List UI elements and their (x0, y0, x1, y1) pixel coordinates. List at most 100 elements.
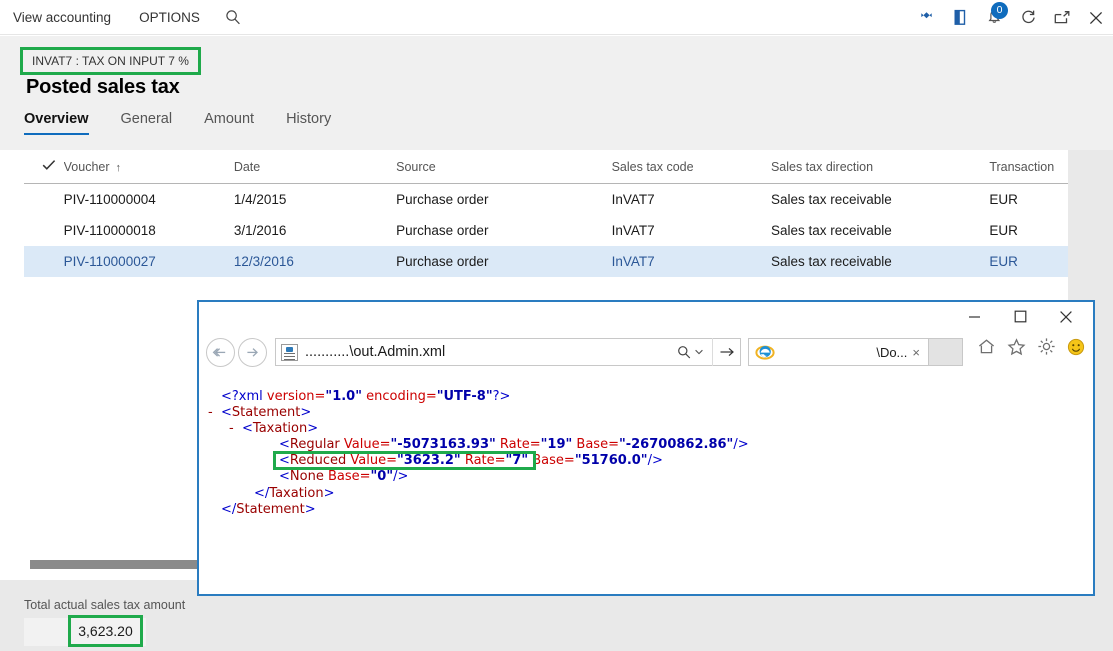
xml-token: Base= (528, 453, 575, 469)
go-button[interactable] (712, 338, 740, 366)
xml-token: "0" (370, 469, 394, 485)
cell-sales-tax-code: InVAT7 (611, 254, 655, 269)
total-amount-highlight: 3,623.20 (68, 615, 143, 647)
cell-voucher[interactable]: PIV-110000018 (64, 223, 234, 238)
column-header-transaction[interactable]: Transaction (989, 160, 1068, 174)
cell-transaction-currency: EUR (989, 192, 1018, 207)
cell-source: Purchase order (396, 192, 489, 207)
sort-ascending-icon: ↑ (115, 161, 122, 174)
page-header: INVAT7 : TAX ON INPUT 7 % Posted sales t… (0, 36, 1113, 107)
close-icon[interactable] (1079, 0, 1113, 35)
options-button[interactable]: OPTIONS (125, 0, 214, 35)
column-header-date[interactable]: Date (234, 160, 396, 174)
browser-tab[interactable]: \Do... × (748, 338, 929, 366)
xml-collapse-toggle[interactable]: - (208, 405, 213, 421)
xml-line: </Taxation> (199, 486, 1093, 502)
xml-line: </Statement> (199, 502, 1093, 518)
tab-amount[interactable]: Amount (204, 107, 254, 135)
xml-line: <Reduced Value="3623.2" Rate="7" Base="5… (199, 453, 1093, 469)
address-bar[interactable]: ...........\out.Admin.xml (275, 338, 741, 366)
xml-token: Base= (327, 469, 371, 485)
table-row[interactable]: PIV-110000027 12/3/2016 Purchase order I… (24, 246, 1068, 277)
xml-token: > (323, 485, 335, 501)
column-header-select[interactable] (24, 159, 64, 174)
smiley-feedback-icon[interactable] (1067, 338, 1085, 356)
settings-gear-icon[interactable] (1037, 337, 1056, 356)
open-in-new-window-icon[interactable] (1045, 0, 1079, 35)
xml-token: > (307, 421, 319, 437)
xml-token: < (242, 421, 253, 437)
browser-navigation-bar: ...........\out.Admin.xml \Do... × (199, 331, 1093, 373)
command-bar: View accounting OPTIONS 0 (0, 0, 1113, 35)
notification-count-badge: 0 (991, 2, 1008, 19)
xml-token: version= (266, 389, 326, 404)
home-icon[interactable] (977, 338, 996, 355)
search-icon[interactable] (214, 0, 252, 35)
page-title: Posted sales tax (26, 76, 180, 98)
notifications-icon[interactable]: 0 (977, 0, 1011, 35)
xml-token: < (279, 437, 290, 453)
total-actual-sales-tax-label: Total actual sales tax amount (24, 598, 186, 612)
xml-token: < (221, 405, 232, 421)
xml-token: /> (647, 453, 663, 469)
close-button[interactable] (1043, 302, 1089, 331)
cell-voucher[interactable]: PIV-110000004 (64, 192, 234, 207)
office-app-icon[interactable] (943, 0, 977, 35)
maximize-button[interactable] (997, 302, 1043, 331)
cell-sales-tax-code: InVAT7 (611, 192, 655, 207)
cell-sales-tax-direction: Sales tax receivable (770, 223, 892, 238)
xml-token: </ (221, 501, 237, 517)
favorites-star-icon[interactable] (1007, 337, 1026, 356)
xml-token: /> (393, 469, 409, 485)
total-actual-sales-tax-value: 3,623.20 (78, 623, 133, 639)
refresh-icon[interactable] (1011, 0, 1045, 35)
cell-date: 3/1/2016 (233, 223, 287, 238)
xml-line: <Regular Value="-5073163.93" Rate="19" B… (199, 437, 1093, 453)
view-accounting-button[interactable]: View accounting (0, 0, 125, 35)
new-tab-button[interactable] (929, 338, 963, 366)
xml-token: "1.0" (325, 389, 362, 404)
address-bar-search-icon[interactable] (677, 345, 712, 359)
record-caption-highlight: INVAT7 : TAX ON INPUT 7 % (20, 47, 201, 75)
column-header-voucher[interactable]: Voucher ↑ (64, 160, 234, 174)
internet-explorer-logo-icon (749, 343, 775, 361)
xml-token: "19" (540, 437, 573, 453)
xml-token: Statement (231, 405, 301, 421)
back-button[interactable] (206, 337, 235, 367)
column-header-sales-tax-direction[interactable]: Sales tax direction (771, 160, 989, 174)
cell-transaction-currency: EUR (989, 254, 1018, 269)
column-header-sales-tax-code[interactable]: Sales tax code (612, 160, 771, 174)
browser-tab-title: \Do... (876, 344, 908, 360)
cell-date: 12/3/2016 (233, 254, 294, 269)
cell-voucher[interactable]: PIV-110000027 (64, 254, 234, 269)
xml-token: Rate= (495, 437, 541, 453)
cell-sales-tax-code: InVAT7 (611, 223, 655, 238)
xml-token: ?> (492, 389, 511, 404)
window-controls (951, 302, 1089, 331)
tab-history[interactable]: History (286, 107, 331, 135)
grid-header-row: Voucher ↑ Date Source Sales tax code Sale… (24, 150, 1068, 184)
tab-general[interactable]: General (121, 107, 173, 135)
xml-collapse-toggle[interactable]: - (229, 421, 234, 437)
xml-token: "UTF-8" (436, 389, 493, 404)
xml-token: Regular (289, 437, 344, 453)
tab-strip: Overview General Amount History (0, 107, 1113, 150)
minimize-button[interactable] (951, 302, 997, 331)
tab-overview[interactable]: Overview (24, 107, 89, 135)
xml-token: Taxation (269, 485, 324, 501)
forward-button[interactable] (238, 337, 267, 367)
xml-token: Value= (343, 437, 391, 453)
browser-tab-close-icon[interactable]: × (912, 345, 928, 360)
xml-token: None (289, 469, 328, 485)
column-header-voucher-label: Voucher (63, 159, 110, 174)
column-header-source[interactable]: Source (396, 160, 611, 174)
table-row[interactable]: PIV-110000004 1/4/2015 Purchase order In… (24, 184, 1068, 215)
address-bar-text[interactable]: ...........\out.Admin.xml (305, 344, 677, 360)
xml-document-favicon (281, 343, 298, 361)
company-switch-icon[interactable] (909, 0, 943, 35)
xml-line: - <Statement> (199, 405, 1093, 421)
xml-token: < (279, 453, 290, 469)
xml-line: <None Base="0"/> (199, 469, 1093, 485)
cell-date: 1/4/2015 (233, 192, 287, 207)
table-row[interactable]: PIV-110000018 3/1/2016 Purchase order In… (24, 215, 1068, 246)
